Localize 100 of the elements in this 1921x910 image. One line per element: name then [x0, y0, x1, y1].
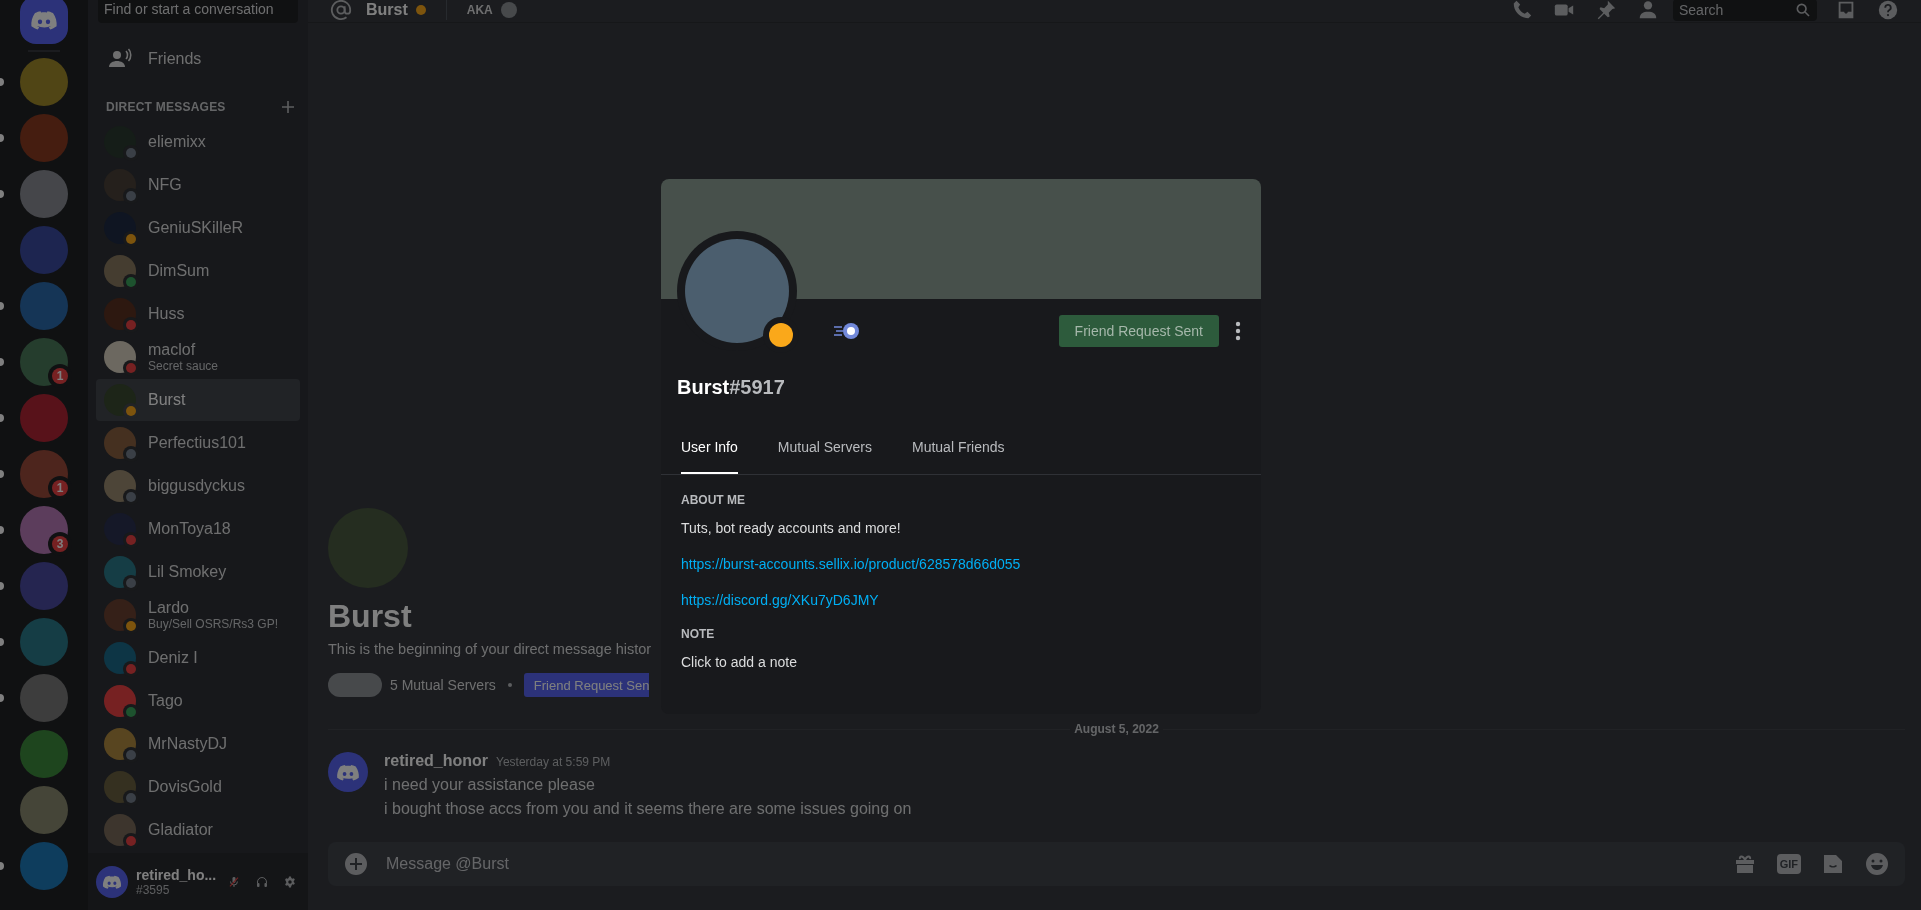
- friend-request-sent-button[interactable]: Friend Request Sent: [1058, 315, 1219, 347]
- search-field[interactable]: Find or start a conversation: [98, 0, 298, 23]
- direct-message-item[interactable]: NFG: [96, 164, 300, 206]
- server-icon[interactable]: [20, 226, 68, 274]
- username: Perfectius101: [148, 434, 246, 452]
- message-input[interactable]: Message @Burst GIF: [328, 842, 1905, 886]
- avatar: [104, 427, 136, 459]
- message-author[interactable]: retired_honor: [384, 752, 488, 770]
- direct-message-item[interactable]: Huss: [96, 293, 300, 335]
- search-field[interactable]: Search: [1673, 0, 1817, 21]
- section-heading: DIRECT MESSAGES: [106, 100, 226, 114]
- channel-heading: Burst: [328, 598, 412, 635]
- phone-call-icon[interactable]: [1511, 0, 1533, 21]
- username: Lardo: [148, 599, 190, 617]
- custom-status: Secret sauce: [148, 359, 219, 373]
- pin-icon[interactable]: [1595, 0, 1617, 21]
- intro-text: This is the beginning of your direct message histor: [328, 641, 652, 657]
- help-icon[interactable]: [1877, 0, 1899, 21]
- avatar: [104, 513, 136, 545]
- avatar: [104, 341, 136, 373]
- plus-icon[interactable]: [282, 101, 294, 113]
- more-options-icon[interactable]: [1235, 321, 1241, 341]
- tab[interactable]: User Info: [681, 422, 738, 474]
- server-icon[interactable]: [20, 842, 68, 890]
- direct-message-item[interactable]: biggusdyckus: [96, 465, 300, 507]
- section-heading: ABOUT ME: [681, 493, 745, 507]
- direct-message-item[interactable]: Gladiator: [96, 809, 300, 851]
- username: Lil Smokey: [148, 563, 227, 581]
- user-tag: #3595: [136, 882, 217, 897]
- server-icon[interactable]: [20, 562, 68, 610]
- avatar: [104, 814, 136, 846]
- username: DimSum: [148, 262, 210, 280]
- server-icon[interactable]: [20, 282, 68, 330]
- username: Burst: [677, 376, 730, 398]
- server-icon[interactable]: [20, 170, 68, 218]
- sticker-icon[interactable]: [1821, 852, 1845, 876]
- server-icon[interactable]: [20, 674, 68, 722]
- friends-item[interactable]: Friends: [96, 38, 300, 80]
- tab[interactable]: Mutual Friends: [911, 422, 1005, 474]
- username: Burst: [148, 391, 186, 409]
- discriminator: #5917: [729, 376, 785, 398]
- person-add-icon[interactable]: [1637, 0, 1659, 21]
- notification-badge: 1: [52, 368, 68, 384]
- tab[interactable]: Mutual Servers: [777, 422, 872, 474]
- emoji-icon[interactable]: [1865, 852, 1889, 876]
- username: Huss: [148, 305, 185, 323]
- server-avatars: [328, 673, 382, 697]
- friend-request-button[interactable]: Friend Request Sen: [523, 673, 650, 697]
- aka-tag: AKA: [466, 3, 493, 17]
- server-icon[interactable]: [20, 618, 68, 666]
- message-text: i bought those accs from you and it seems there are some issues going on: [384, 800, 912, 818]
- note-field[interactable]: Click to add a note: [681, 653, 797, 671]
- server-icon[interactable]: [20, 786, 68, 834]
- direct-message-item[interactable]: DimSum: [96, 250, 300, 292]
- discord-logo-icon: [102, 873, 122, 890]
- discord-logo-icon: [30, 9, 58, 31]
- direct-message-item[interactable]: Deniz I: [96, 637, 300, 679]
- avatar: [500, 2, 517, 18]
- server-icon[interactable]: [20, 114, 68, 162]
- avatar: [104, 599, 136, 631]
- message-text: i need your assistance please: [384, 776, 596, 794]
- direct-message-item[interactable]: DovisGold: [96, 766, 300, 808]
- direct-message-item[interactable]: eliemixx: [96, 121, 300, 163]
- notification-badge: 3: [52, 536, 68, 552]
- username: retired_ho...: [136, 866, 217, 883]
- home-button[interactable]: [20, 0, 68, 44]
- gif-button[interactable]: GIF: [1776, 854, 1801, 874]
- avatar: [104, 255, 136, 287]
- direct-message-item[interactable]: Tago: [96, 680, 300, 722]
- avatar: [104, 126, 136, 158]
- channel-title: Burst: [366, 1, 408, 19]
- direct-message-item[interactable]: GeniuSKilleR: [96, 207, 300, 249]
- server-icon[interactable]: [20, 58, 68, 106]
- username: eliemixx: [148, 133, 206, 151]
- server-icon[interactable]: [20, 506, 68, 554]
- username: Tago: [148, 692, 183, 710]
- custom-status: Buy/Sell OSRS/Rs3 GP!: [148, 617, 279, 631]
- username: Gladiator: [148, 821, 213, 839]
- server-icon[interactable]: [20, 730, 68, 778]
- direct-message-item[interactable]: maclof Secret sauce: [96, 336, 300, 378]
- mutual-servers-link[interactable]: 5 Mutual Servers: [390, 677, 496, 693]
- link[interactable]: https://discord.gg/XKu7yD6JMY: [681, 591, 879, 609]
- username: NFG: [148, 176, 182, 194]
- username: biggusdyckus: [148, 477, 245, 495]
- separator-dot: [507, 683, 512, 687]
- link[interactable]: https://burst-accounts.sellix.io/product/628578d66d055: [681, 555, 1021, 573]
- direct-message-item[interactable]: Lardo Buy/Sell OSRS/Rs3 GP!: [96, 594, 300, 636]
- username: DovisGold: [148, 778, 222, 796]
- section-heading: NOTE: [681, 627, 715, 641]
- avatar: [104, 728, 136, 760]
- direct-message-item[interactable]: Perfectius101: [96, 422, 300, 464]
- server-icon[interactable]: [20, 394, 68, 442]
- direct-message-item[interactable]: MrNastyDJ: [96, 723, 300, 765]
- direct-message-item[interactable]: Burst: [96, 379, 300, 421]
- avatar: [104, 771, 136, 803]
- username: Deniz I: [148, 649, 198, 667]
- username: MonToya18: [148, 520, 231, 538]
- direct-message-item[interactable]: Lil Smokey: [96, 551, 300, 593]
- about-text: Tuts, bot ready accounts and more!: [681, 519, 901, 537]
- direct-message-item[interactable]: MonToya18: [96, 508, 300, 550]
